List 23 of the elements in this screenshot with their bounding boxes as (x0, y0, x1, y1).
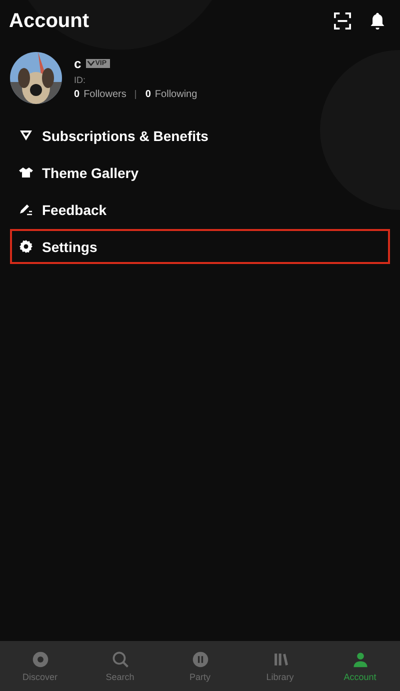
menu-item[interactable]: Subscriptions & Benefits (10, 118, 390, 153)
followers-count[interactable]: 0 (74, 89, 80, 100)
search-icon (112, 650, 128, 668)
menu-item[interactable]: Settings (10, 229, 390, 264)
person-icon (352, 650, 368, 668)
following-label[interactable]: Following (154, 89, 198, 100)
shirt-icon (19, 166, 33, 179)
user-id-label: ID: (74, 75, 87, 85)
page-title: Account (9, 10, 89, 32)
scan-icon[interactable] (334, 12, 351, 30)
disc-icon (32, 650, 48, 668)
user-name: c (74, 56, 82, 71)
followers-label[interactable]: Followers (84, 89, 126, 100)
pen-icon (19, 203, 33, 216)
nav-tab[interactable]: Account (320, 641, 400, 691)
pause-circle-icon (192, 650, 208, 668)
diamond-icon (19, 129, 33, 142)
stack-icon (272, 650, 288, 668)
menu-item[interactable]: Theme Gallery (10, 155, 390, 190)
gear-icon (19, 240, 33, 253)
menu-item[interactable]: Feedback (10, 192, 390, 227)
bell-icon[interactable] (369, 12, 386, 30)
following-count[interactable]: 0 (145, 89, 151, 100)
